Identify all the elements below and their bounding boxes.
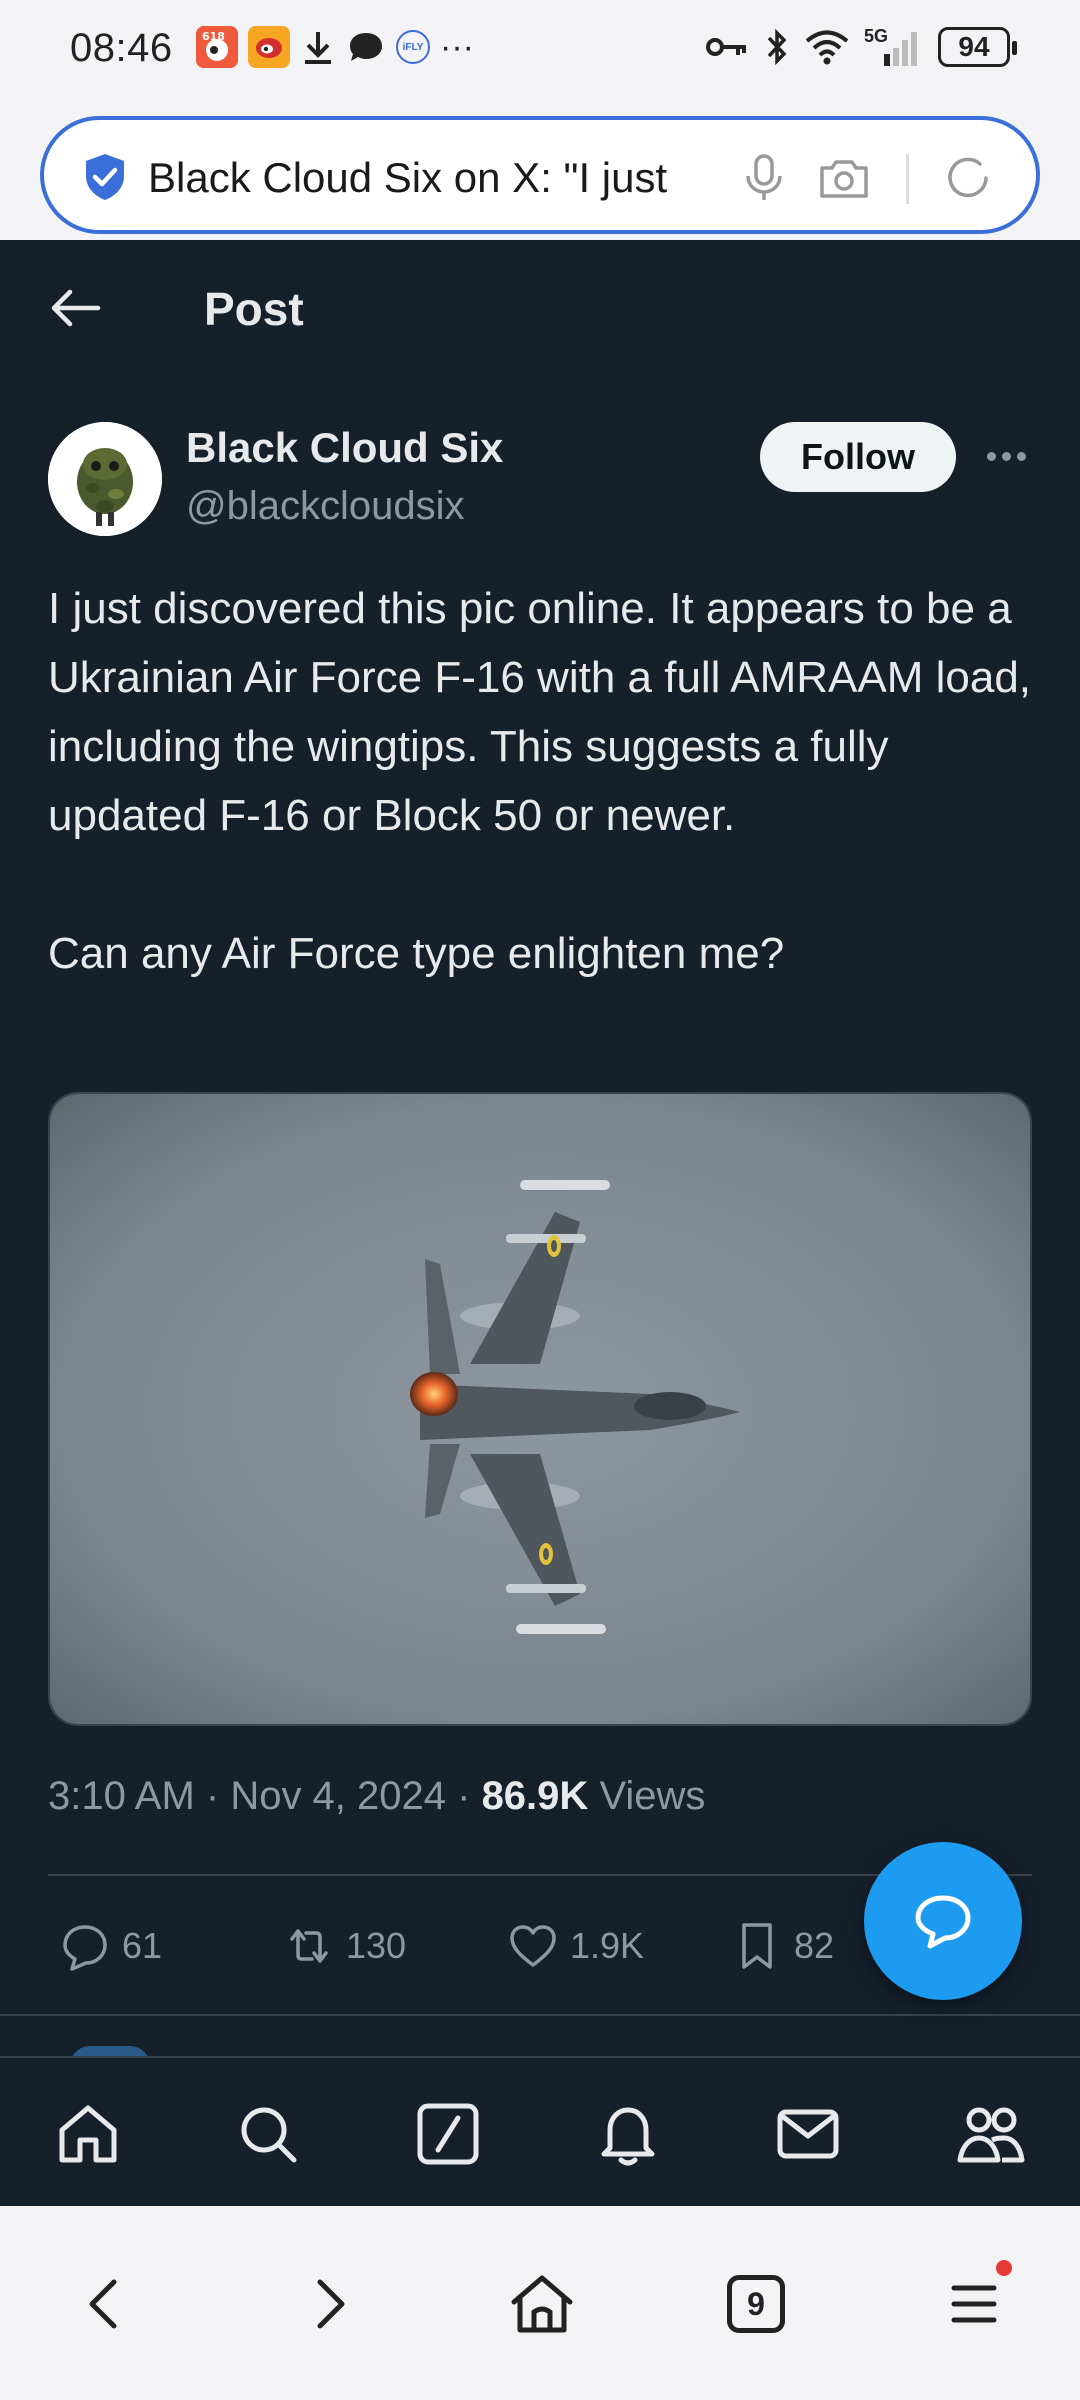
x-bottom-nav: [0, 2056, 1080, 2206]
microphone-icon[interactable]: [736, 150, 792, 206]
chevron-left-icon: [89, 2279, 117, 2329]
battery-level: 94: [958, 31, 990, 62]
status-time: 08:46: [70, 26, 173, 70]
tab-count: 9: [727, 2275, 785, 2333]
author-handle[interactable]: @blackcloudsix: [186, 484, 465, 529]
more-options-icon[interactable]: [980, 434, 1032, 478]
bookmark-icon: [742, 1923, 772, 1969]
communities-icon: [957, 2107, 1025, 2163]
browser-forward-button[interactable]: [288, 2264, 368, 2344]
reply-bubble-icon: [915, 1895, 971, 1949]
nav-search[interactable]: [228, 2094, 308, 2174]
nav-messages[interactable]: [768, 2094, 848, 2174]
nav-home[interactable]: [48, 2094, 128, 2174]
reply-icon: [63, 1925, 107, 1971]
browser-bottom-nav: 9: [0, 2206, 1080, 2400]
repost-button[interactable]: 130: [282, 1906, 406, 1986]
repost-count: 130: [346, 1925, 407, 1966]
ifly-icon: iFLY: [396, 30, 430, 64]
views-label: Views: [599, 1774, 706, 1818]
status-bar: 08:46 618 iFLY ··· 5G 94: [0, 0, 1080, 102]
chevron-right-icon: [317, 2279, 345, 2329]
url-separator: [906, 154, 909, 204]
envelope-icon: [777, 2109, 839, 2159]
chat-icon: [350, 33, 382, 61]
home-icon: [511, 2275, 573, 2333]
browser-back-button[interactable]: [66, 2264, 146, 2344]
shield-icon: [86, 154, 124, 200]
bluetooth-icon: [767, 28, 787, 66]
post-header: Post: [0, 240, 1080, 380]
browser-menu-button[interactable]: [934, 2260, 1014, 2344]
reply-button[interactable]: 61: [58, 1906, 162, 1986]
divider: [0, 2014, 1080, 2016]
browser-tabs-button[interactable]: 9: [716, 2264, 796, 2344]
more-icon: ···: [440, 28, 474, 66]
grok-icon: [417, 2103, 479, 2165]
signal-icon: 5G: [864, 26, 924, 68]
key-icon: [706, 38, 746, 56]
post-time[interactable]: 3:10 AM: [48, 1774, 195, 1818]
camera-icon[interactable]: [816, 150, 872, 206]
repost-icon: [290, 1929, 328, 1963]
bell-icon: [601, 2107, 655, 2166]
post-meta: 3:10 AM · Nov 4, 2024 · 86.9K Views: [48, 1774, 706, 1818]
notification-dot: [996, 2260, 1012, 2276]
post-image[interactable]: [48, 1092, 1032, 1726]
follow-button[interactable]: Follow: [760, 422, 956, 492]
svg-text:618: 618: [202, 30, 225, 43]
back-arrow-icon[interactable]: [48, 286, 102, 330]
like-count: 1.9K: [570, 1925, 645, 1966]
nav-grok[interactable]: [408, 2094, 488, 2174]
weibo-app-icon: 618: [196, 26, 238, 68]
nav-communities[interactable]: [950, 2094, 1030, 2174]
bookmark-count: 82: [794, 1925, 835, 1966]
views-count: 86.9K: [481, 1774, 589, 1818]
menu-icon: [951, 2285, 997, 2323]
address-bar[interactable]: Black Cloud Six on X: "I just: [40, 116, 1040, 234]
reload-icon[interactable]: [940, 150, 996, 206]
browser-toolbar: Black Cloud Six on X: "I just: [0, 102, 1080, 240]
home-icon: [59, 2105, 117, 2163]
post-paragraph: I just discovered this pic online. It ap…: [48, 584, 1032, 840]
battery-icon: 94: [938, 27, 1017, 67]
post-body: I just discovered this pic online. It ap…: [48, 574, 1038, 988]
reply-count: 61: [122, 1925, 163, 1966]
weibo-alt-icon: [248, 26, 290, 68]
search-icon: [241, 2107, 297, 2163]
wifi-icon: [805, 30, 849, 65]
post-date[interactable]: Nov 4, 2024: [230, 1774, 446, 1818]
page-title: Post: [204, 283, 304, 335]
download-icon: [305, 32, 331, 64]
url-text[interactable]: Black Cloud Six on X: "I just: [148, 148, 718, 208]
bookmark-button[interactable]: 82: [730, 1906, 834, 1986]
avatar[interactable]: [48, 422, 162, 536]
heart-icon: [510, 1925, 556, 1967]
browser-home-button[interactable]: [502, 2264, 582, 2344]
author-name[interactable]: Black Cloud Six: [186, 424, 503, 472]
compose-reply-button[interactable]: [864, 1842, 1022, 2000]
nav-notifications[interactable]: [588, 2094, 668, 2174]
like-button[interactable]: 1.9K: [506, 1906, 644, 1986]
post-paragraph: Can any Air Force type enlighten me?: [48, 929, 785, 978]
